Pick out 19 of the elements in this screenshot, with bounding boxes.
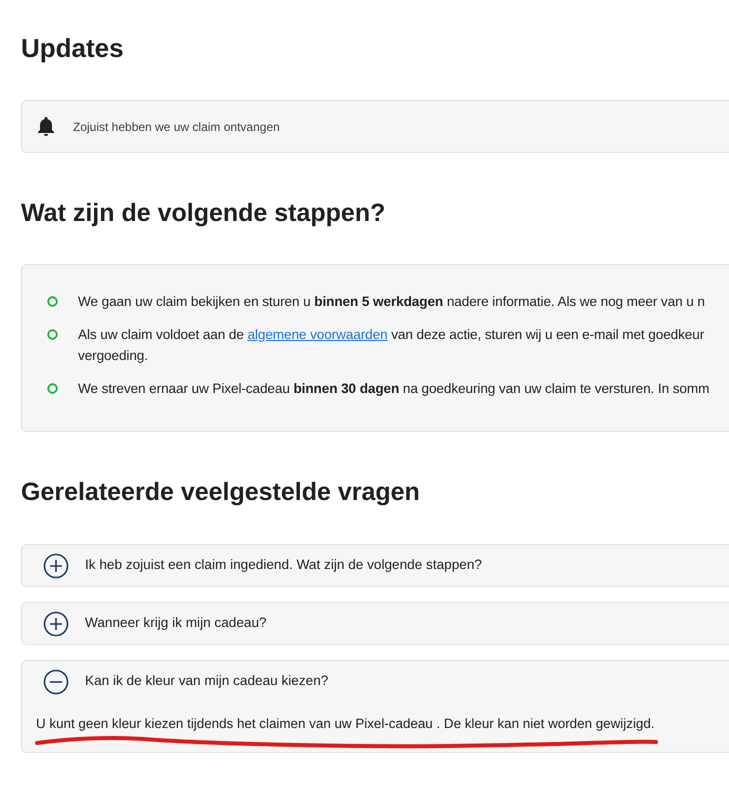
step-text: Als uw claim voldoet aan de algemene voorwaarden van deze actie, sturen wij u een e-mail met goedkeur vergoeding. [78,326,704,365]
section-heading: Gerelateerde veelgestelde vragen [21,477,421,508]
bell-icon [36,116,56,137]
step-text: We streven ernaar uw Pixel-cadeau binnen 30 dagen na goedkeuring van uw claim te versturen. In somm [78,380,710,398]
step-text: We gaan uw claim bekijken en sturen u binnen 5 werkdagen nadere informatie. Als we nog meer van u n [78,293,705,311]
terms-link[interactable]: algemene voorwaarden [247,327,388,342]
plus-circle-icon [43,552,69,578]
faq-question[interactable]: Wanneer krijg ik mijn cadeau? [22,603,729,644]
page-heading: Updates [21,32,125,65]
plus-circle-icon [43,610,69,636]
section-heading: Wat zijn de volgende stappen? [21,198,386,229]
circle-bullet-icon [47,383,58,394]
faq-question[interactable]: Kan ik de kleur van mijn cadeau kiezen? [22,661,729,702]
faq-question[interactable]: Ik heb zojuist een claim ingediend. Wat zijn de volgende stappen? [22,545,729,586]
answer-text: U kunt geen kleur kiezen tijdends het claimen van uw Pixel-cadeau . De kleur kan niet worden gewijzigd. [36,715,656,733]
circle-bullet-icon [47,329,58,340]
notice-text: Zojuist hebben we uw claim ontvangen [73,118,280,136]
circle-bullet-icon [47,296,58,307]
minus-circle-icon [43,668,69,694]
